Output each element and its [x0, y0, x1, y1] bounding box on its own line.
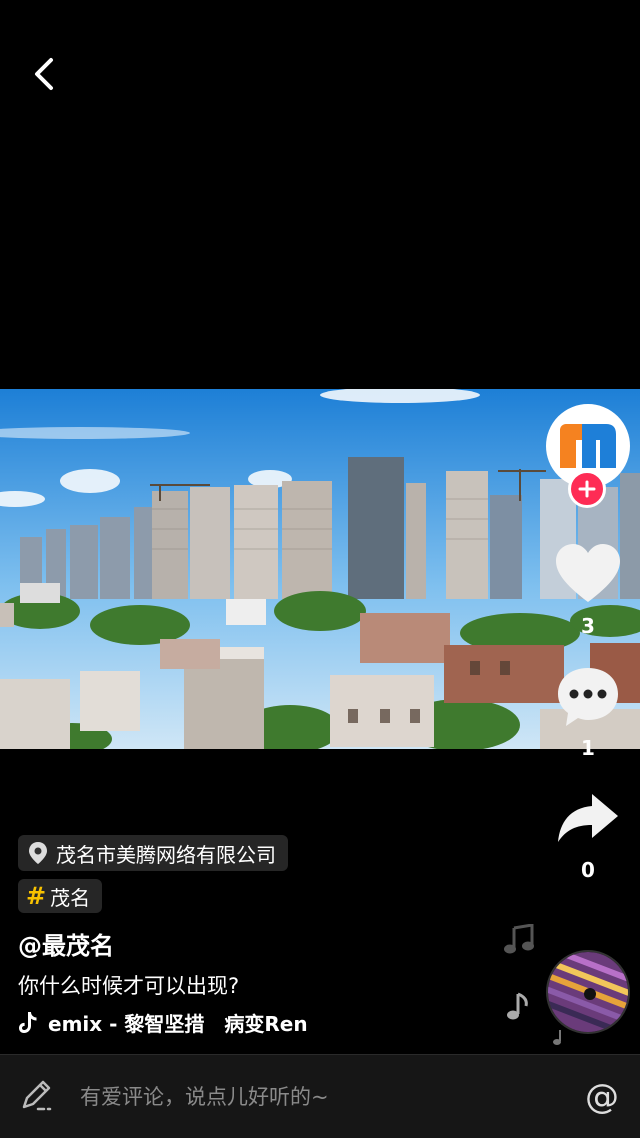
comment-bar: @ [0, 1054, 640, 1138]
m-logo-icon [560, 424, 616, 468]
plus-icon [578, 480, 596, 498]
video-caption: 你什么时候才可以出现? [18, 974, 240, 998]
comment-bubble-icon [558, 668, 618, 726]
comment-button[interactable] [554, 664, 622, 730]
heart-icon [556, 544, 620, 602]
back-button[interactable] [22, 52, 66, 96]
music-note-icon [553, 1030, 561, 1045]
like-count: 3 [581, 614, 595, 638]
tiktok-note-icon [19, 1012, 37, 1033]
follow-button[interactable] [568, 470, 606, 508]
music-disc[interactable] [546, 950, 630, 1034]
music-note-icon [507, 992, 528, 1020]
share-arrow-icon [558, 794, 618, 842]
location-label: 茂名市美腾网络有限公司 [56, 842, 276, 867]
share-count: 0 [581, 858, 595, 882]
like-button[interactable] [554, 542, 622, 606]
chevron-left-icon [35, 58, 53, 90]
share-button[interactable] [554, 792, 622, 848]
comment-count: 1 [581, 736, 595, 760]
music-info[interactable]: emix - 黎智坚措 病变Ren [18, 1008, 378, 1036]
music-note-icon [504, 924, 534, 954]
location-tag[interactable]: 茂名市美腾网络有限公司 [18, 835, 288, 871]
location-pin-icon [29, 842, 47, 864]
hashtag-tag[interactable]: # 茂名 [18, 879, 103, 913]
music-title: emix - 黎智坚措 病变Ren [48, 1011, 308, 1036]
pen-icon [22, 1080, 52, 1111]
hashtag-label: 茂名 [50, 885, 91, 910]
album-cover-image [548, 952, 628, 1032]
mention-button[interactable]: @ [580, 1075, 624, 1119]
author-name[interactable]: @最茂名 [18, 926, 114, 961]
comment-input[interactable] [68, 1077, 528, 1117]
hashtag-icon: # [26, 882, 47, 910]
